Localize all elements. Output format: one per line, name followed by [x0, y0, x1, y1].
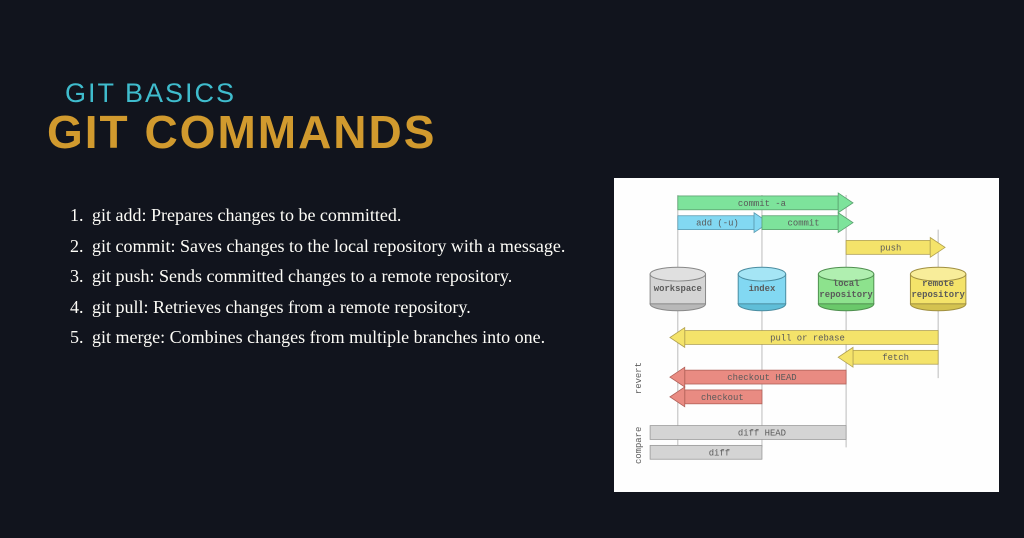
svg-text:repository: repository	[911, 290, 965, 300]
stage-workspace: workspace	[650, 267, 705, 311]
arrow-pull-rebase: pull or rebase	[670, 328, 938, 348]
svg-text:commit: commit	[788, 219, 820, 229]
arrow-checkout: checkout	[670, 387, 762, 407]
svg-text:fetch: fetch	[882, 353, 909, 363]
side-label-revert: revert	[634, 362, 644, 394]
svg-text:checkout HEAD: checkout HEAD	[727, 373, 796, 383]
svg-text:add (-u): add (-u)	[696, 219, 739, 229]
compare-diff-head: diff HEAD	[650, 426, 846, 440]
list-item: git pull: Retrieves changes from a remot…	[70, 292, 590, 323]
list-item: git push: Sends committed changes to a r…	[70, 261, 590, 292]
svg-text:index: index	[749, 284, 776, 294]
svg-text:commit -a: commit -a	[738, 199, 787, 209]
arrow-add: add (-u)	[678, 213, 769, 233]
page-title: GIT COMMANDS	[47, 105, 436, 159]
svg-text:diff: diff	[709, 448, 730, 458]
arrow-commit-a: commit -a	[678, 193, 853, 213]
git-flow-diagram: commit -a add (-u) commit push workspace	[614, 178, 999, 492]
svg-text:workspace: workspace	[654, 284, 702, 294]
svg-text:push: push	[880, 243, 901, 253]
header: GIT BASICS GIT COMMANDS	[47, 78, 436, 159]
svg-text:checkout: checkout	[701, 393, 744, 403]
stage-index: index	[738, 267, 786, 311]
list-item: git add: Prepares changes to be committe…	[70, 200, 590, 231]
svg-text:diff HEAD: diff HEAD	[738, 428, 786, 438]
command-list: git add: Prepares changes to be committe…	[70, 200, 590, 353]
svg-text:remote: remote	[922, 279, 954, 289]
arrow-commit: commit	[762, 213, 853, 233]
side-label-compare: compare	[634, 427, 644, 464]
arrow-push: push	[846, 238, 945, 258]
list-item: git merge: Combines changes from multipl…	[70, 322, 590, 353]
arrow-fetch: fetch	[838, 347, 938, 367]
svg-text:repository: repository	[819, 290, 873, 300]
arrow-checkout-head: checkout HEAD	[670, 367, 846, 387]
compare-diff: diff	[650, 445, 762, 459]
stage-local-repo: local repository	[818, 267, 873, 311]
svg-text:pull or rebase: pull or rebase	[770, 333, 845, 343]
list-item: git commit: Saves changes to the local r…	[70, 231, 590, 262]
svg-text:local: local	[833, 279, 860, 289]
stage-remote-repo: remote repository	[910, 267, 965, 311]
